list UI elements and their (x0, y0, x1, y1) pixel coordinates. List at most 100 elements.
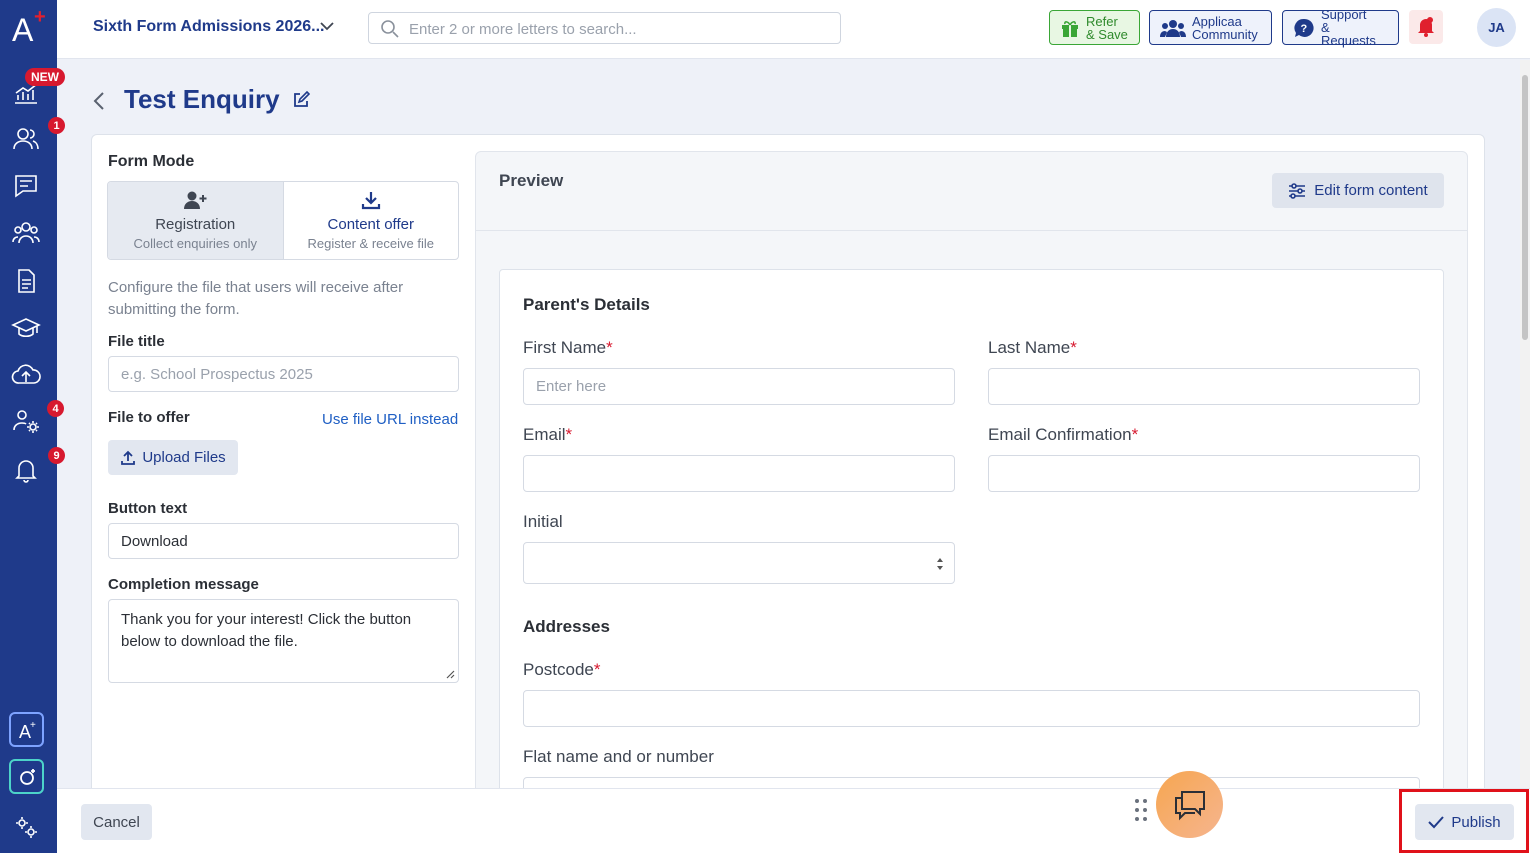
email-input[interactable] (523, 455, 955, 492)
sliders-icon (1289, 182, 1306, 199)
community-label-2: Community (1192, 26, 1258, 42)
edit-form-content-button[interactable]: Edit form content (1272, 173, 1444, 208)
people-icon[interactable] (9, 122, 43, 156)
refer-label-1: Refer (1086, 13, 1118, 29)
instagram-icon[interactable] (9, 759, 44, 794)
completion-message-value: Thank you for your interest! Click the b… (121, 611, 412, 650)
file-title-label: File title (108, 333, 165, 350)
refer-save-button[interactable]: Refer & Save (1049, 10, 1140, 45)
new-badge: NEW (25, 68, 65, 86)
button-text-input[interactable]: Download (108, 523, 459, 559)
first-name-input[interactable]: Enter here (523, 368, 955, 405)
applicaa-app-icon[interactable]: A + (9, 712, 44, 747)
bell-alert-icon (1418, 17, 1434, 37)
support-label-1: Support (1320, 7, 1367, 22)
back-chevron-icon[interactable] (92, 90, 106, 112)
notifications-badge: 9 (48, 447, 65, 464)
alerts-button[interactable] (1409, 10, 1443, 44)
initial-label: Initial (523, 512, 563, 531)
people-badge: 1 (48, 117, 65, 134)
chat-launcher-button[interactable] (1156, 771, 1223, 838)
edit-title-icon[interactable] (292, 91, 310, 109)
support-button[interactable]: ? Support & Requests (1282, 7, 1399, 48)
community-icon (1160, 19, 1186, 37)
graduation-cap-icon[interactable] (9, 311, 43, 345)
file-title-placeholder: e.g. School Prospectus 2025 (121, 365, 313, 383)
staff-badge: 4 (47, 400, 64, 417)
svg-text:A: A (12, 12, 34, 46)
messages-icon[interactable] (9, 169, 43, 203)
sidebar: A + NEW 1 4 9 A + (0, 0, 65, 853)
preview-title: Preview (499, 171, 564, 190)
upload-files-button[interactable]: Upload Files (108, 440, 238, 475)
postcode-input[interactable] (523, 690, 1420, 727)
upload-icon (121, 450, 136, 465)
cancel-button[interactable]: Cancel (81, 804, 152, 840)
cloud-upload-icon[interactable] (9, 358, 43, 392)
user-plus-icon (184, 191, 207, 209)
community-button[interactable]: Applicaa Community (1149, 10, 1272, 45)
select-arrows-icon (937, 558, 943, 570)
support-label-2: & Requests (1320, 20, 1376, 48)
download-icon (361, 192, 380, 210)
drag-handle-icon[interactable] (1134, 798, 1148, 824)
mode-content-sub: Register & receive file (307, 236, 434, 251)
postcode-label: Postcode* (523, 660, 601, 679)
form-mode-selector: Registration Collect enquiries only Cont… (107, 181, 459, 260)
section-addresses: Addresses (523, 617, 610, 636)
section-parent-details: Parent's Details (523, 295, 650, 314)
form-mode-label: Form Mode (108, 153, 195, 170)
mode-content-offer[interactable]: Content offer Register & receive file (284, 182, 459, 259)
button-text-value: Download (121, 532, 188, 550)
preview-header: Preview Edit form content (476, 152, 1467, 231)
button-text-label: Button text (108, 500, 188, 517)
last-name-label: Last Name* (988, 338, 1077, 357)
file-offer-label: File to offer (108, 409, 190, 426)
gift-icon (1062, 20, 1078, 37)
staff-settings-icon[interactable] (9, 404, 43, 438)
applicaa-logo[interactable]: A + (10, 6, 50, 46)
file-description: Configure the file that users will recei… (108, 279, 404, 318)
email-confirmation-input[interactable] (988, 455, 1420, 492)
refer-label-2: & Save (1086, 26, 1128, 42)
mode-registration[interactable]: Registration Collect enquiries only (108, 182, 284, 259)
mode-content-title: Content offer (327, 216, 414, 233)
email-confirmation-label: Email Confirmation* (988, 425, 1139, 444)
resize-handle-icon[interactable] (445, 669, 455, 679)
page-title: Test Enquiry (124, 84, 280, 114)
settings-gear-icon[interactable] (9, 810, 43, 844)
completion-message-textarea[interactable]: Thank you for your interest! Click the b… (108, 599, 459, 683)
mode-registration-title: Registration (155, 216, 236, 233)
svg-text:+: + (30, 720, 36, 731)
flat-label: Flat name and or number (523, 747, 714, 766)
first-name-placeholder: Enter here (536, 378, 607, 395)
edit-form-content-label: Edit form content (1314, 182, 1428, 199)
document-icon[interactable] (9, 264, 43, 298)
footer-bar (57, 788, 1530, 853)
top-bar: Sixth Form Admissions 2026... Enter 2 or… (57, 0, 1530, 59)
search-placeholder: Enter 2 or more letters to search... (409, 21, 637, 38)
group-icon[interactable] (9, 216, 43, 250)
scrollbar-thumb[interactable] (1522, 75, 1528, 340)
community-label-1: Applicaa (1192, 13, 1242, 29)
chat-icon (1174, 790, 1205, 820)
file-url-link[interactable]: Use file URL instead (322, 411, 458, 428)
first-name-label: First Name* (523, 338, 613, 357)
avatar[interactable]: JA (1477, 8, 1516, 47)
page-scrollbar[interactable] (1520, 60, 1530, 788)
completion-label: Completion message (108, 576, 259, 593)
svg-text:?: ? (1300, 22, 1307, 34)
help-chat-icon: ? (1294, 18, 1314, 37)
last-name-input[interactable] (988, 368, 1420, 405)
chevron-down-icon[interactable] (319, 18, 335, 34)
file-title-input[interactable]: e.g. School Prospectus 2025 (108, 356, 459, 392)
admissions-selector[interactable]: Sixth Form Admissions 2026... (93, 18, 324, 36)
mode-registration-sub: Collect enquiries only (133, 236, 258, 251)
search-input[interactable]: Enter 2 or more letters to search... (368, 12, 841, 44)
search-icon (381, 20, 399, 38)
publish-highlight-box (1399, 789, 1529, 853)
svg-text:+: + (34, 6, 46, 28)
upload-files-label: Upload Files (142, 449, 226, 466)
initial-select[interactable] (523, 542, 955, 584)
bell-icon[interactable] (9, 453, 43, 487)
